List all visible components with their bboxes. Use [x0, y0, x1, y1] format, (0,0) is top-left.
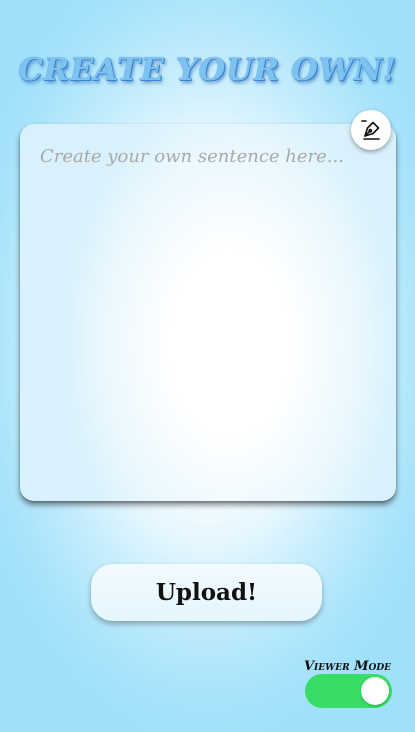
sentence-editor-card — [20, 124, 396, 501]
sentence-input[interactable] — [20, 124, 396, 501]
page-title: CREATE YOUR OWN! — [18, 52, 397, 88]
viewer-mode-label: Viewer Mode — [303, 659, 391, 674]
toggle-knob — [361, 677, 389, 705]
pen-edit-icon — [361, 120, 380, 140]
viewer-mode-toggle[interactable] — [305, 674, 392, 708]
edit-button[interactable] — [351, 110, 391, 150]
upload-button[interactable]: Upload! — [91, 564, 322, 621]
